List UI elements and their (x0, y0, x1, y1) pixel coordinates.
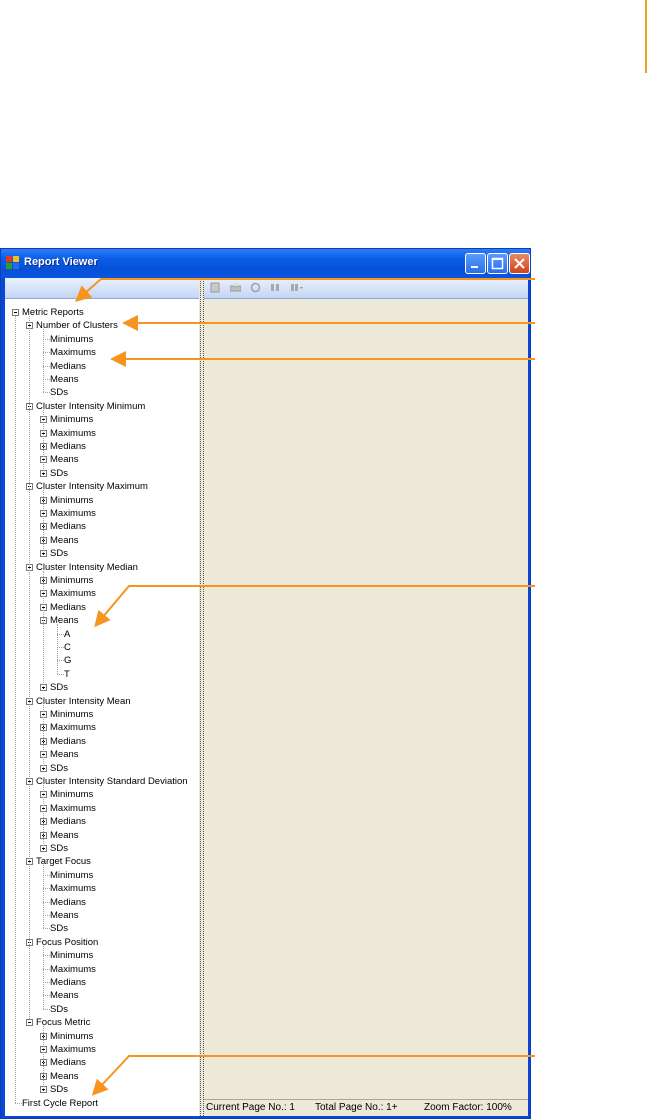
arrow-to-means-expanded (94, 585, 535, 628)
arrow-to-tree-header (75, 278, 535, 302)
annotation-arrows (75, 278, 535, 1096)
arrow-to-first-cycle-report (91, 1055, 535, 1096)
